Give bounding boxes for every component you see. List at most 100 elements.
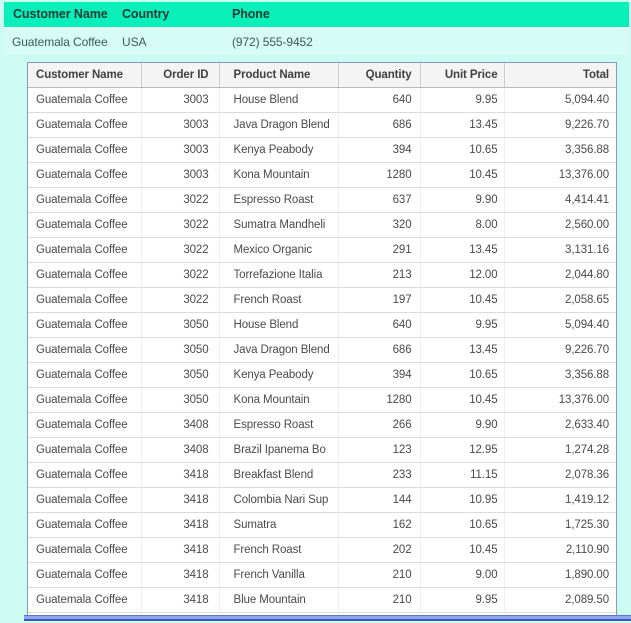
table-row[interactable]: Guatemala Coffee 3418 Colombia Nari Sup … [28,487,616,513]
table-row[interactable]: Guatemala Coffee 3022 Sumatra Mandheli 3… [28,212,616,238]
cell-unit-price[interactable]: 9.95 [419,87,504,113]
cell-product-name[interactable]: Torrefazione Italia [218,262,338,288]
cell-customer-name[interactable]: Guatemala Coffee [28,237,141,263]
cell-total[interactable]: 13,376.00 [503,162,616,188]
cell-order-id[interactable]: 3418 [140,587,219,613]
table-row[interactable]: Guatemala Coffee 3003 Kona Mountain 1280… [28,162,616,188]
table-row[interactable]: Guatemala Coffee 3003 House Blend 640 9.… [28,87,616,113]
cell-unit-price[interactable]: 10.95 [419,487,504,513]
cell-order-id[interactable]: 3022 [140,287,219,313]
cell-product-name[interactable]: Espresso Roast [218,412,338,438]
cell-unit-price[interactable]: 10.65 [419,362,504,388]
column-header-total[interactable]: Total [503,63,616,88]
cell-total[interactable]: 9,226.70 [503,112,616,138]
cell-customer-name[interactable]: Guatemala Coffee [28,112,141,138]
cell-product-name[interactable]: Colombia Nari Sup [218,487,338,513]
table-row[interactable]: Guatemala Coffee 3418 Breakfast Blend 23… [28,462,616,488]
table-row[interactable]: Guatemala Coffee 3022 French Roast 197 1… [28,287,616,313]
cell-quantity[interactable]: 637 [337,187,420,213]
cell-order-id[interactable]: 3408 [140,412,219,438]
table-row[interactable]: Guatemala Coffee 3050 Java Dragon Blend … [28,337,616,363]
cell-unit-price[interactable]: 13.45 [419,112,504,138]
cell-quantity[interactable]: 686 [337,337,420,363]
cell-unit-price[interactable]: 9.90 [419,187,504,213]
cell-product-name[interactable]: House Blend [218,87,338,113]
cell-unit-price[interactable]: 11.15 [419,462,504,488]
cell-customer-name[interactable]: Guatemala Coffee [28,187,141,213]
summary-header-phone[interactable]: Phone [232,2,270,27]
cell-product-name[interactable]: Kenya Peabody [218,362,338,388]
cell-product-name[interactable]: Sumatra Mandheli [218,212,338,238]
summary-header-country[interactable]: Country [122,2,169,27]
cell-product-name[interactable]: French Vanilla [218,562,338,588]
cell-product-name[interactable]: French Roast [218,287,338,313]
cell-order-id[interactable]: 3050 [140,337,219,363]
cell-quantity[interactable]: 233 [337,462,420,488]
cell-unit-price[interactable]: 13.45 [419,237,504,263]
cell-quantity[interactable]: 162 [337,512,420,538]
cell-order-id[interactable]: 3408 [140,437,219,463]
cell-product-name[interactable]: Kona Mountain [218,387,338,413]
cell-unit-price[interactable]: 10.45 [419,387,504,413]
cell-order-id[interactable]: 3022 [140,212,219,238]
cell-unit-price[interactable]: 10.65 [419,512,504,538]
cell-total[interactable]: 3,356.88 [503,137,616,163]
cell-customer-name[interactable]: Guatemala Coffee [28,387,141,413]
cell-customer-name[interactable]: Guatemala Coffee [28,312,141,338]
cell-order-id[interactable]: 3022 [140,187,219,213]
cell-customer-name[interactable]: Guatemala Coffee [28,587,141,613]
cell-total[interactable]: 2,089.50 [503,587,616,613]
table-row[interactable]: Guatemala Coffee 3003 Kenya Peabody 394 … [28,137,616,163]
cell-quantity[interactable]: 291 [337,237,420,263]
cell-customer-name[interactable]: Guatemala Coffee [28,437,141,463]
cell-customer-name[interactable]: Guatemala Coffee [28,562,141,588]
table-row[interactable]: Guatemala Coffee 3022 Mexico Organic 291… [28,237,616,263]
cell-customer-name[interactable]: Guatemala Coffee [28,137,141,163]
table-row[interactable]: Guatemala Coffee 3408 Espresso Roast 266… [28,412,616,438]
cell-total[interactable]: 2,044.80 [503,262,616,288]
cell-product-name[interactable]: House Blend [218,312,338,338]
table-row[interactable]: Guatemala Coffee 3408 Brazil Ipanema Bo … [28,437,616,463]
cell-total[interactable]: 1,419.12 [503,487,616,513]
cell-total[interactable]: 2,058.65 [503,287,616,313]
cell-quantity[interactable]: 1280 [337,162,420,188]
cell-total[interactable]: 3,356.88 [503,362,616,388]
cell-quantity[interactable]: 210 [337,587,420,613]
cell-quantity[interactable]: 213 [337,262,420,288]
table-row[interactable]: Guatemala Coffee 3050 Kona Mountain 1280… [28,387,616,413]
column-header-quantity[interactable]: Quantity [337,63,420,88]
cell-total[interactable]: 9,226.70 [503,337,616,363]
cell-order-id[interactable]: 3050 [140,312,219,338]
cell-order-id[interactable]: 3003 [140,162,219,188]
summary-customer-name-value[interactable]: Guatemala Coffee [12,29,108,55]
cell-product-name[interactable]: French Roast [218,537,338,563]
column-header-order-id[interactable]: Order ID [140,63,219,88]
cell-unit-price[interactable]: 9.95 [419,587,504,613]
summary-header-customer-name[interactable]: Customer Name [13,2,108,27]
cell-order-id[interactable]: 3022 [140,262,219,288]
cell-total[interactable]: 13,376.00 [503,387,616,413]
cell-unit-price[interactable]: 9.00 [419,562,504,588]
cell-product-name[interactable]: Mexico Organic [218,237,338,263]
horizontal-scrollbar[interactable] [24,615,631,621]
cell-customer-name[interactable]: Guatemala Coffee [28,212,141,238]
cell-customer-name[interactable]: Guatemala Coffee [28,337,141,363]
cell-order-id[interactable]: 3050 [140,362,219,388]
summary-country-value[interactable]: USA [122,29,146,55]
cell-unit-price[interactable]: 12.00 [419,262,504,288]
cell-customer-name[interactable]: Guatemala Coffee [28,162,141,188]
cell-customer-name[interactable]: Guatemala Coffee [28,487,141,513]
column-header-product-name[interactable]: Product Name [218,63,338,88]
table-row[interactable]: Guatemala Coffee 3418 French Vanilla 210… [28,562,616,588]
cell-product-name[interactable]: Kenya Peabody [218,137,338,163]
cell-total[interactable]: 1,274.28 [503,437,616,463]
cell-customer-name[interactable]: Guatemala Coffee [28,262,141,288]
cell-total[interactable]: 2,560.00 [503,212,616,238]
table-row[interactable]: Guatemala Coffee 3022 Torrefazione Itali… [28,262,616,288]
cell-order-id[interactable]: 3418 [140,462,219,488]
cell-product-name[interactable]: Java Dragon Blend [218,337,338,363]
summary-table-row[interactable]: Guatemala Coffee USA (972) 555-9452 [4,29,629,55]
cell-total[interactable]: 2,633.40 [503,412,616,438]
cell-unit-price[interactable]: 8.00 [419,212,504,238]
cell-unit-price[interactable]: 13.45 [419,337,504,363]
